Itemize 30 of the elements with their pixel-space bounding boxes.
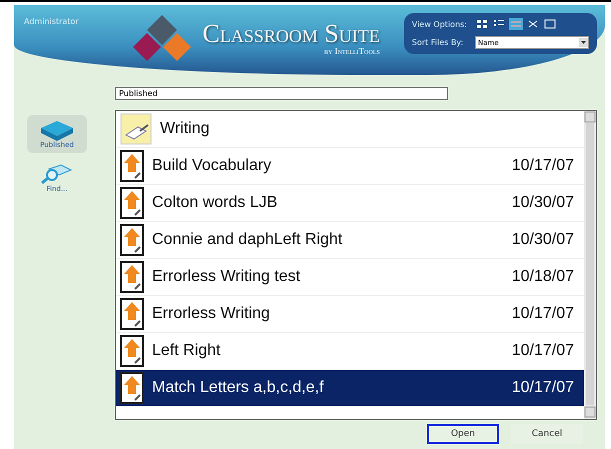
activity-file-icon (120, 335, 144, 367)
file-row[interactable]: Colton words LJB 10/30/07 (116, 185, 584, 222)
file-row[interactable]: Connie and daphLeft Right 10/30/07 (116, 222, 584, 259)
folder-icon (120, 113, 152, 145)
activity-file-icon (120, 261, 144, 293)
user-name: Administrator (24, 17, 79, 26)
activity-file-icon (120, 224, 144, 256)
view-mode-icon[interactable] (543, 18, 557, 30)
path-field[interactable]: Published (115, 87, 448, 100)
book-icon (39, 119, 75, 141)
view-mode-icon[interactable] (475, 18, 489, 30)
dialog-button[interactable]: Cancel (511, 424, 583, 444)
activity-file-icon (120, 298, 144, 330)
view-options-label: View Options: (412, 20, 467, 28)
file-row[interactable]: Left Right 10/17/07 (116, 333, 584, 370)
file-row[interactable]: Errorless Writing 10/17/07 (116, 296, 584, 333)
app-byline: by IntelliTools (324, 47, 380, 57)
sort-label: Sort Files By: (412, 38, 464, 47)
dialog-button[interactable]: Open (427, 424, 499, 444)
dropdown-arrow-icon (579, 38, 588, 47)
file-row[interactable]: Build Vocabulary 10/17/07 (116, 148, 584, 185)
file-row[interactable]: Match Letters a,b,c,d,e,f 10/17/07 (116, 370, 584, 407)
scrollbar[interactable] (584, 111, 596, 419)
view-mode-icon[interactable] (526, 18, 540, 30)
file-row[interactable]: Writing (116, 111, 584, 148)
activity-file-icon (120, 372, 144, 404)
app-title: Classroom Suite (202, 21, 380, 47)
activity-file-icon (120, 150, 144, 182)
activity-file-icon (120, 187, 144, 219)
file-row[interactable]: Errorless Writing test 10/18/07 (116, 259, 584, 296)
